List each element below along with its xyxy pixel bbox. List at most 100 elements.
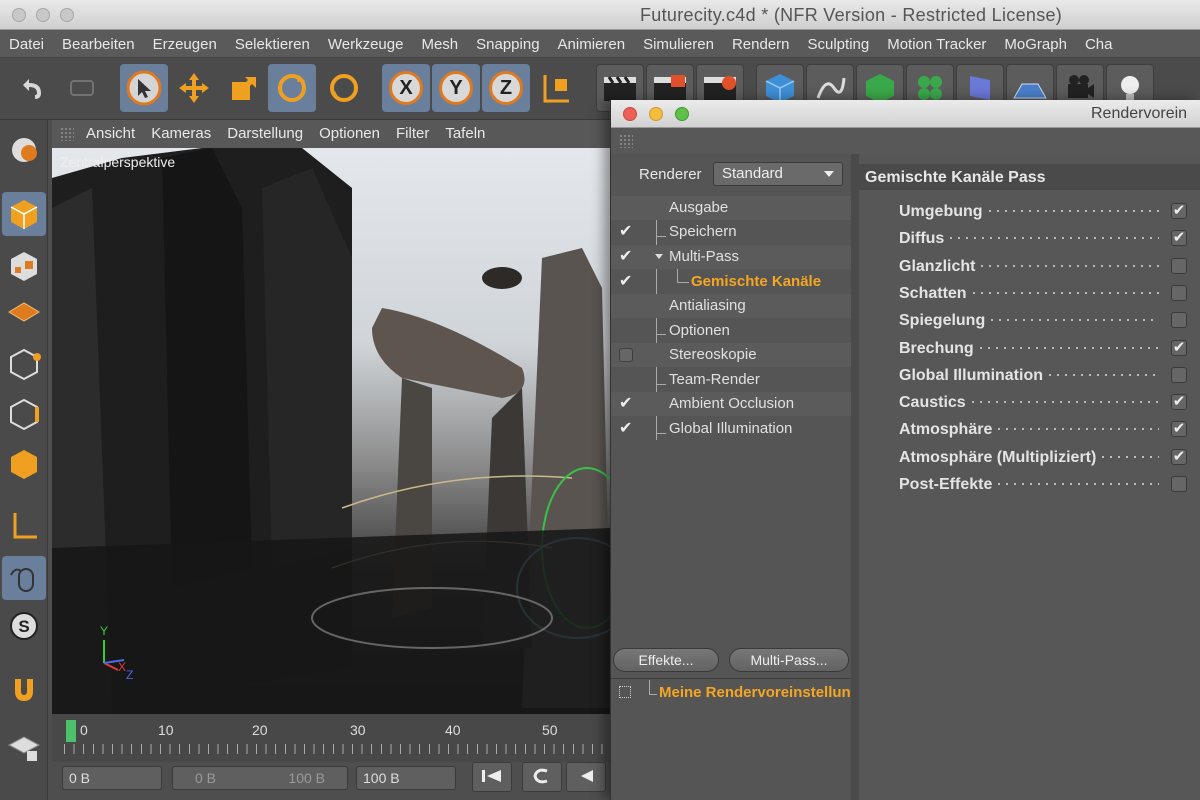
menu-erzeugen[interactable]: Erzeugen bbox=[144, 30, 226, 53]
tree-item-global-illumination[interactable]: ✔ Global Illumination bbox=[611, 417, 851, 441]
menu-datei[interactable]: Datei bbox=[0, 30, 53, 53]
go-to-start-button[interactable] bbox=[472, 762, 512, 792]
timeline[interactable]: 0 10 20 30 40 50 bbox=[52, 714, 612, 762]
effects-button[interactable]: Effekte... bbox=[613, 648, 719, 672]
menu-character[interactable]: Cha bbox=[1076, 30, 1122, 53]
coordinate-system-button[interactable] bbox=[532, 64, 580, 112]
multi-pass-button[interactable]: Multi-Pass... bbox=[729, 648, 849, 672]
checkmark-icon[interactable]: ✔ bbox=[619, 249, 635, 265]
viewport-menu-darstellung[interactable]: Darstellung bbox=[219, 120, 311, 142]
channel-row[interactable]: Diffus ✔ bbox=[899, 227, 1189, 251]
tree-item-team-render[interactable]: Team-Render bbox=[611, 368, 851, 392]
channel-row[interactable]: Post-Effekte bbox=[899, 473, 1189, 497]
menu-selektieren[interactable]: Selektieren bbox=[226, 30, 319, 53]
tree-item-multi-pass[interactable]: ✔ Multi-Pass bbox=[611, 245, 851, 269]
tree-item-ausgabe[interactable]: Ausgabe bbox=[611, 196, 851, 220]
checkbox-unchecked[interactable] bbox=[1171, 366, 1187, 383]
tree-item-gemischte-kanaele[interactable]: ✔ Gemischte Kanäle bbox=[611, 270, 851, 294]
menu-mograph[interactable]: MoGraph bbox=[995, 30, 1076, 53]
recent-tool-button[interactable] bbox=[320, 64, 368, 112]
checkmark-icon[interactable]: ✔ bbox=[619, 224, 635, 240]
axis-mode-button[interactable] bbox=[2, 504, 46, 548]
checkbox-checked[interactable]: ✔ bbox=[1171, 394, 1187, 411]
end-frame-field[interactable]: 100 B bbox=[356, 766, 456, 790]
texture-mode-button[interactable] bbox=[2, 244, 46, 288]
tree-item-optionen[interactable]: Optionen bbox=[611, 319, 851, 343]
edges-mode-button[interactable] bbox=[2, 392, 46, 436]
3d-viewport[interactable]: Zentralperspektive Y X Z bbox=[52, 148, 612, 714]
menu-werkzeuge[interactable]: Werkzeuge bbox=[319, 30, 413, 53]
checkbox-unchecked[interactable] bbox=[1171, 284, 1187, 301]
checkmark-icon[interactable]: ✔ bbox=[619, 421, 635, 437]
checkbox-checked[interactable]: ✔ bbox=[1171, 421, 1187, 438]
menu-snapping[interactable]: Snapping bbox=[467, 30, 548, 53]
close-window-button[interactable] bbox=[12, 8, 26, 22]
loop-button[interactable] bbox=[522, 762, 562, 792]
redo-button[interactable] bbox=[58, 64, 106, 112]
tree-item-speichern[interactable]: ✔ Speichern bbox=[611, 220, 851, 244]
viewport-menu-filter[interactable]: Filter bbox=[388, 120, 437, 142]
render-settings-zoom-button[interactable] bbox=[675, 107, 689, 121]
snap-button[interactable]: S bbox=[2, 604, 46, 648]
timeline-playhead[interactable] bbox=[66, 720, 76, 742]
render-settings-close-button[interactable] bbox=[623, 107, 637, 121]
points-mode-button[interactable] bbox=[2, 342, 46, 386]
minimize-window-button[interactable] bbox=[36, 8, 50, 22]
checkmark-icon[interactable]: ✔ bbox=[619, 396, 635, 412]
checkbox-unchecked[interactable] bbox=[1171, 476, 1187, 492]
scale-tool-button[interactable] bbox=[220, 64, 268, 112]
tweak-mode-button[interactable] bbox=[2, 556, 46, 600]
viewport-menu-tafeln[interactable]: Tafeln bbox=[437, 120, 493, 142]
channel-row[interactable]: Brechung ✔ bbox=[899, 337, 1189, 361]
model-mode-button[interactable] bbox=[2, 192, 46, 236]
channel-row[interactable]: Caustics ✔ bbox=[899, 391, 1189, 415]
channel-row[interactable]: Glanzlicht bbox=[899, 255, 1189, 279]
select-tool-button[interactable] bbox=[120, 64, 168, 112]
preset-settings-icon[interactable] bbox=[619, 686, 631, 698]
checkbox-checked[interactable]: ✔ bbox=[1171, 448, 1187, 465]
render-settings-minimize-button[interactable] bbox=[649, 107, 663, 121]
channel-row[interactable]: Global Illumination bbox=[899, 364, 1189, 388]
tree-item-ambient-occlusion[interactable]: ✔ Ambient Occlusion bbox=[611, 392, 851, 416]
zoom-window-button[interactable] bbox=[60, 8, 74, 22]
checkmark-icon[interactable]: ✔ bbox=[619, 274, 635, 290]
lock-workplane-button[interactable] bbox=[2, 726, 46, 770]
channel-row[interactable]: Atmosphäre (Multipliziert) ✔ bbox=[899, 446, 1189, 470]
menu-rendern[interactable]: Rendern bbox=[723, 30, 799, 53]
z-axis-lock-button[interactable]: Z bbox=[482, 64, 530, 112]
checkbox-unchecked[interactable] bbox=[1171, 257, 1187, 274]
tree-item-antialiasing[interactable]: Antialiasing bbox=[611, 294, 851, 318]
y-axis-lock-button[interactable]: Y bbox=[432, 64, 480, 112]
channel-row[interactable]: Atmosphäre ✔ bbox=[899, 418, 1189, 442]
menu-animieren[interactable]: Animieren bbox=[549, 30, 635, 53]
viewport-menu-ansicht[interactable]: Ansicht bbox=[78, 120, 143, 142]
rotate-tool-button[interactable] bbox=[268, 64, 316, 112]
workplane-button[interactable] bbox=[2, 290, 46, 334]
expand-triangle-icon[interactable] bbox=[655, 254, 663, 259]
checkbox-checked[interactable]: ✔ bbox=[1171, 203, 1187, 219]
checkbox-unchecked[interactable] bbox=[1171, 312, 1187, 329]
viewport-menu-kameras[interactable]: Kameras bbox=[143, 120, 219, 142]
checkbox-empty-icon[interactable] bbox=[619, 348, 633, 362]
channel-row[interactable]: Umgebung ✔ bbox=[899, 200, 1189, 224]
magnet-button[interactable] bbox=[2, 666, 46, 710]
preview-range-field[interactable]: 0 B 100 B bbox=[172, 766, 348, 790]
render-preset-item[interactable]: Meine Rendervoreinstellun bbox=[659, 684, 851, 701]
menu-sculpting[interactable]: Sculpting bbox=[799, 30, 879, 53]
undo-button[interactable] bbox=[8, 64, 56, 112]
move-tool-button[interactable] bbox=[170, 64, 218, 112]
x-axis-lock-button[interactable]: X bbox=[382, 64, 430, 112]
menu-mesh[interactable]: Mesh bbox=[412, 30, 467, 53]
pane-divider[interactable] bbox=[851, 154, 859, 800]
polygons-mode-button[interactable] bbox=[2, 442, 46, 486]
channel-row[interactable]: Schatten bbox=[899, 282, 1189, 306]
menu-motion-tracker[interactable]: Motion Tracker bbox=[878, 30, 995, 53]
menu-bearbeiten[interactable]: Bearbeiten bbox=[53, 30, 144, 53]
menu-simulieren[interactable]: Simulieren bbox=[634, 30, 723, 53]
renderer-dropdown[interactable]: Standard bbox=[713, 162, 843, 186]
channel-row[interactable]: Spiegelung bbox=[899, 309, 1189, 333]
current-frame-field[interactable]: 0 B bbox=[62, 766, 162, 790]
checkbox-checked[interactable]: ✔ bbox=[1171, 339, 1187, 356]
checkbox-checked[interactable]: ✔ bbox=[1171, 230, 1187, 247]
tree-item-stereoskopie[interactable]: Stereoskopie bbox=[611, 343, 851, 367]
